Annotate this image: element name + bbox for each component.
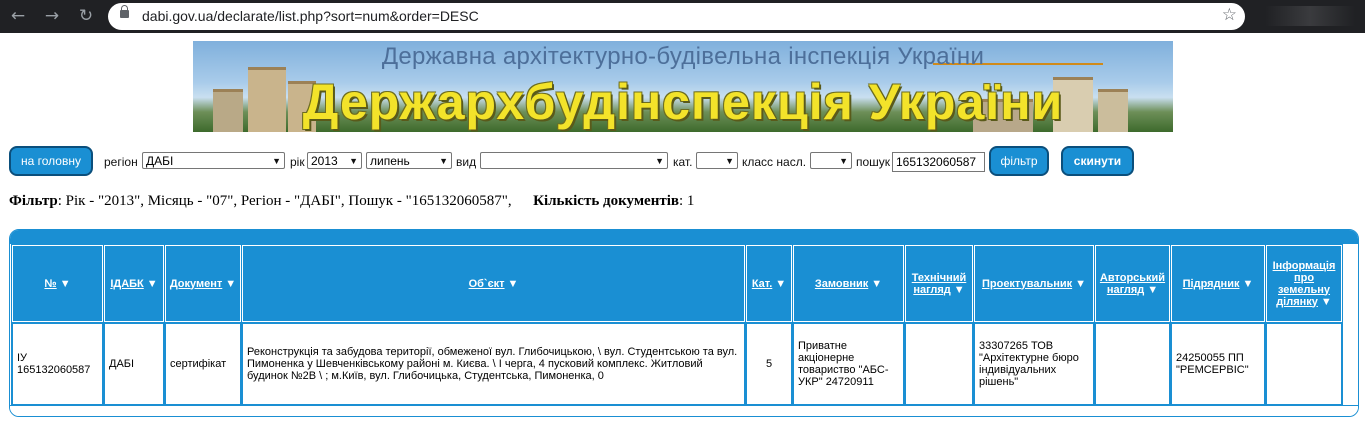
- document-count-text: : 1: [678, 193, 695, 209]
- table-header-row: № ▼ ІДАБК ▼ Документ ▼ Об`єкт ▼ Кат. ▼ Замовн…: [12, 245, 1342, 322]
- results-table: № ▼ ІДАБК ▼ Документ ▼ Об`єкт ▼ Кат. ▼ Замовн…: [11, 244, 1343, 406]
- back-icon[interactable]: ←: [6, 4, 30, 28]
- sort-link-document[interactable]: Документ: [170, 278, 222, 290]
- filter-summary: Фільтр: Рік - "2013", Місяць - "07", Рег…: [9, 193, 694, 210]
- year-select[interactable]: 2013 ▼: [307, 152, 362, 169]
- class-label: класс насл.: [742, 155, 807, 169]
- sort-link-customer[interactable]: Замовник: [815, 278, 868, 290]
- bookmark-star-icon[interactable]: ☆: [1222, 5, 1237, 25]
- column-header-land-info[interactable]: Інформація про земельну ділянку ▼: [1266, 245, 1342, 322]
- cell-category: 5: [746, 323, 792, 405]
- column-header-tech-supervision[interactable]: Технічний нагляд ▼: [905, 245, 973, 322]
- browser-toolbar: ← → ↻ dabi.gov.ua/declarate/list.php?sor…: [0, 0, 1365, 33]
- cell-customer: Приватне акціонерне товариство "АБС-УКР"…: [793, 323, 904, 405]
- sort-link-num[interactable]: №: [44, 278, 56, 290]
- cell-num: ІУ 165132060587: [12, 323, 103, 405]
- region-select[interactable]: ДАБІ ▼: [142, 152, 285, 169]
- sort-arrow-icon[interactable]: ▼: [60, 278, 71, 290]
- filter-summary-text: : Рік - "2013", Місяць - "07", Регіон - …: [57, 193, 512, 209]
- chevron-down-icon: ▼: [839, 156, 848, 166]
- cell-land-info: [1266, 323, 1342, 405]
- cell-document: сертифікат: [165, 323, 241, 405]
- column-header-category[interactable]: Кат. ▼: [746, 245, 792, 322]
- sort-arrow-icon[interactable]: ▼: [1075, 278, 1086, 290]
- sort-arrow-icon[interactable]: ▼: [147, 278, 158, 290]
- url-text[interactable]: dabi.gov.ua/declarate/list.php?sort=num&…: [142, 8, 479, 24]
- chevron-down-icon: ▼: [349, 156, 358, 166]
- chevron-down-icon: ▼: [655, 156, 664, 166]
- kind-label: вид: [456, 155, 477, 169]
- column-header-customer[interactable]: Замовник ▼: [793, 245, 904, 322]
- filter-button[interactable]: фільтр: [989, 146, 1049, 176]
- sort-arrow-icon[interactable]: ▼: [1242, 278, 1253, 290]
- column-header-idabk[interactable]: ІДАБК ▼: [104, 245, 164, 322]
- cell-author-supervision: [1095, 323, 1170, 405]
- chevron-down-icon: ▼: [439, 156, 448, 166]
- column-header-contractor[interactable]: Підрядник ▼: [1171, 245, 1265, 322]
- cell-tech-supervision: [905, 323, 973, 405]
- sort-link-designer[interactable]: Проектувальник: [982, 278, 1072, 290]
- sort-link-category[interactable]: Кат.: [752, 278, 772, 290]
- month-value: липень: [370, 154, 410, 168]
- sort-link-contractor[interactable]: Підрядник: [1183, 278, 1240, 290]
- reset-button[interactable]: скинути: [1061, 146, 1134, 176]
- month-select[interactable]: липень ▼: [366, 152, 452, 169]
- sort-arrow-icon[interactable]: ▼: [1147, 284, 1158, 296]
- sort-link-idabk[interactable]: ІДАБК: [110, 278, 143, 290]
- chevron-down-icon: ▼: [725, 156, 734, 166]
- cell-idabk: ДАБІ: [104, 323, 164, 405]
- column-header-num[interactable]: № ▼: [12, 245, 103, 322]
- search-label: пошук: [856, 155, 891, 169]
- document-count-label: Кількість документів: [533, 193, 679, 209]
- lock-icon: [120, 5, 129, 18]
- home-button[interactable]: на головну: [9, 146, 93, 176]
- category-select[interactable]: ▼: [696, 152, 738, 169]
- search-input[interactable]: 165132060587: [892, 152, 985, 172]
- results-table-container: № ▼ ІДАБК ▼ Документ ▼ Об`єкт ▼ Кат. ▼ Замовн…: [9, 229, 1359, 417]
- table-row: ІУ 165132060587 ДАБІ сертифікат Реконстр…: [12, 323, 1342, 405]
- cell-contractor: 24250055 ПП "РЕМСЕРВІС": [1171, 323, 1265, 405]
- kind-select[interactable]: ▼: [480, 152, 668, 169]
- sort-arrow-icon[interactable]: ▼: [1321, 296, 1332, 308]
- column-header-object[interactable]: Об`єкт ▼: [242, 245, 745, 322]
- chevron-down-icon: ▼: [272, 156, 281, 166]
- column-header-document[interactable]: Документ ▼: [165, 245, 241, 322]
- forward-icon[interactable]: →: [40, 4, 64, 28]
- cell-designer: 33307265 ТОВ "Архітектурне бюро індивіду…: [974, 323, 1094, 405]
- column-header-designer[interactable]: Проектувальник ▼: [974, 245, 1094, 322]
- banner-subtitle: Державна архітектурно-будівельна інспекц…: [381, 43, 985, 70]
- region-value: ДАБІ: [146, 154, 174, 168]
- sort-arrow-icon[interactable]: ▼: [954, 284, 965, 296]
- region-label: регіон: [104, 155, 138, 169]
- sort-arrow-icon[interactable]: ▼: [871, 278, 882, 290]
- sort-arrow-icon[interactable]: ▼: [225, 278, 236, 290]
- site-banner: Державна архітектурно-будівельна інспекц…: [193, 41, 1173, 132]
- sort-arrow-icon[interactable]: ▼: [508, 278, 519, 290]
- column-header-author-supervision[interactable]: Авторський нагляд ▼: [1095, 245, 1170, 322]
- cell-object: Реконструкція та забудова території, обм…: [242, 323, 745, 405]
- table-top-bar: [10, 230, 1358, 244]
- sort-arrow-icon[interactable]: ▼: [775, 278, 786, 290]
- banner-title: Держархбудінспекція України: [302, 74, 1064, 130]
- class-select[interactable]: ▼: [810, 152, 852, 169]
- sort-link-object[interactable]: Об`єкт: [469, 278, 505, 290]
- address-bar[interactable]: dabi.gov.ua/declarate/list.php?sort=num&…: [108, 3, 1245, 30]
- category-label: кат.: [673, 155, 693, 169]
- year-value: 2013: [311, 154, 338, 168]
- year-label: рік: [290, 155, 305, 169]
- reload-icon[interactable]: ↻: [74, 4, 98, 28]
- filter-summary-label: Фільтр: [9, 193, 58, 209]
- table-footer-bar: [10, 405, 1358, 416]
- extensions-area: [1265, 6, 1355, 26]
